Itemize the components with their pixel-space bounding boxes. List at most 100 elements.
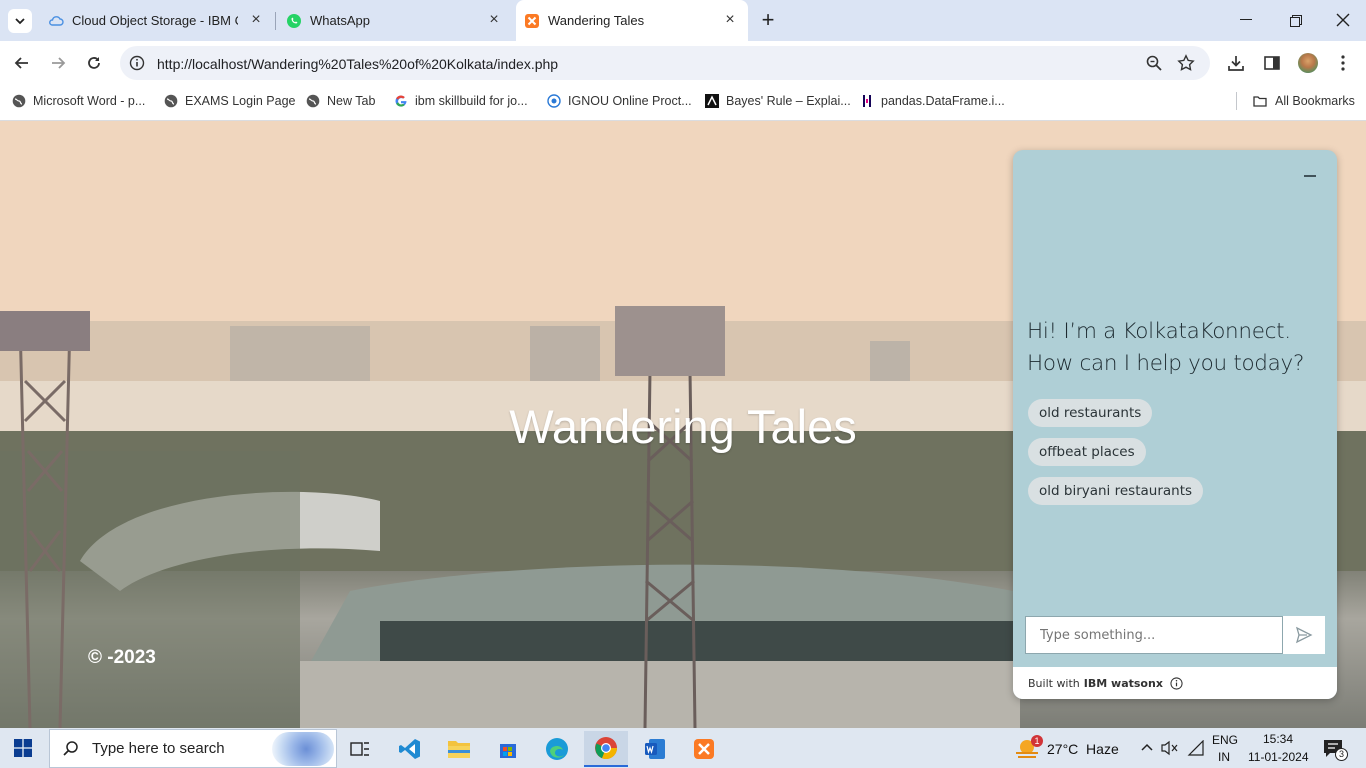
- tab-wandering-tales[interactable]: Wandering Tales ×: [516, 0, 748, 41]
- close-tab-icon[interactable]: ×: [248, 12, 264, 28]
- bookmark-item[interactable]: pandas.DataFrame.i...: [860, 92, 1005, 110]
- word-icon: [645, 739, 665, 759]
- reload-button[interactable]: [84, 53, 104, 73]
- zoom-icon[interactable]: [1145, 54, 1163, 72]
- bookmark-label: ibm skillbuild for jo...: [415, 94, 528, 108]
- notification-center-button[interactable]: 3: [1322, 738, 1348, 761]
- notification-count: 3: [1335, 748, 1348, 761]
- globe-icon: [306, 94, 320, 108]
- bookmark-item[interactable]: EXAMS Login Page: [164, 92, 296, 110]
- bookmark-item[interactable]: Bayes' Rule – Explai...: [705, 92, 851, 110]
- suggestion-chip-offbeat-places[interactable]: offbeat places: [1028, 438, 1146, 466]
- side-panel-icon[interactable]: [1263, 54, 1281, 72]
- volume-muted-icon[interactable]: [1161, 740, 1179, 756]
- search-highlight-illustration: [272, 732, 334, 766]
- vscode-icon: [399, 739, 420, 759]
- tab-separator: [275, 12, 276, 30]
- bookmark-item[interactable]: ibm skillbuild for jo...: [394, 92, 528, 110]
- edge-icon: [546, 738, 568, 760]
- taskbar-file-explorer[interactable]: [437, 731, 481, 767]
- chat-message-input[interactable]: [1025, 616, 1283, 654]
- tab-label: Cloud Object Storage - IBM Clo: [72, 13, 238, 28]
- all-bookmarks-button[interactable]: All Bookmarks: [1252, 92, 1355, 110]
- taskbar-xampp[interactable]: [682, 731, 726, 767]
- cloud-icon: [49, 15, 64, 26]
- url-text[interactable]: http://localhost/Wandering%20Tales%20of%…: [157, 56, 558, 72]
- clock-date[interactable]: 11-01-2024: [1248, 750, 1309, 764]
- forward-arrow-icon: [52, 57, 66, 69]
- chrome-icon: [595, 737, 618, 760]
- downloads-icon[interactable]: [1227, 54, 1245, 72]
- tab-label: Wandering Tales: [548, 13, 645, 28]
- tab-whatsapp[interactable]: WhatsApp ×: [286, 0, 512, 41]
- bookmark-star-icon[interactable]: [1177, 54, 1195, 72]
- taskbar-search-box[interactable]: Type here to search: [49, 729, 337, 768]
- new-tab-button[interactable]: +: [758, 8, 778, 32]
- minimize-window-icon[interactable]: [1240, 19, 1252, 20]
- taskbar-chrome[interactable]: [584, 731, 628, 767]
- network-icon[interactable]: [1187, 739, 1205, 756]
- chat-greeting: Hi! I’m a KolkataKonnect. How can I help…: [1027, 319, 1305, 376]
- restore-window-icon[interactable]: [1290, 14, 1302, 27]
- tab-search-button[interactable]: [8, 9, 32, 33]
- all-bookmarks-label: All Bookmarks: [1275, 94, 1355, 108]
- language-indicator-top[interactable]: ENG: [1212, 733, 1238, 747]
- send-icon: [1295, 626, 1313, 644]
- pandas-icon: [863, 95, 871, 107]
- close-window-icon[interactable]: [1336, 13, 1350, 27]
- bookmark-item[interactable]: IGNOU Online Proct...: [547, 92, 692, 110]
- close-tab-icon[interactable]: ×: [722, 12, 738, 28]
- task-view-button[interactable]: [338, 731, 382, 767]
- chat-powered-by: Built with IBM watsonx: [1013, 667, 1337, 699]
- folder-icon: [448, 741, 470, 758]
- weather-widget[interactable]: 1 27°C Haze: [1014, 735, 1124, 763]
- site-info-icon[interactable]: [129, 55, 145, 71]
- tab-cloud-object-storage[interactable]: Cloud Object Storage - IBM Clo ×: [48, 0, 274, 41]
- language-indicator-bottom[interactable]: IN: [1218, 750, 1230, 764]
- task-view-icon: [350, 742, 369, 756]
- taskbar-microsoft-store[interactable]: [486, 731, 530, 767]
- store-icon: [500, 744, 516, 758]
- globe-icon: [164, 94, 178, 108]
- bookmark-label: EXAMS Login Page: [185, 94, 296, 108]
- taskbar-word[interactable]: [633, 731, 677, 767]
- powered-by-prefix: Built with: [1028, 676, 1080, 690]
- close-tab-icon[interactable]: ×: [486, 12, 502, 28]
- globe-icon: [12, 94, 26, 108]
- bayes-icon: [705, 94, 719, 108]
- bookmark-item[interactable]: Microsoft Word - p...: [12, 92, 145, 110]
- bookmark-label: Bayes' Rule – Explai...: [726, 94, 851, 108]
- chevron-up-icon: [1141, 743, 1153, 751]
- search-icon: [63, 740, 78, 756]
- weather-alert-badge: 1: [1031, 735, 1043, 747]
- taskbar-vscode[interactable]: [388, 731, 432, 767]
- google-icon: [395, 95, 407, 107]
- bookmark-item[interactable]: New Tab: [306, 92, 375, 110]
- reload-icon: [88, 57, 100, 69]
- browser-menu-icon[interactable]: [1338, 54, 1348, 72]
- show-hidden-icons[interactable]: [1140, 741, 1154, 755]
- send-message-button[interactable]: [1283, 616, 1325, 654]
- minimize-chat-button[interactable]: [1301, 167, 1319, 185]
- back-button[interactable]: [12, 53, 32, 73]
- bookmark-label: pandas.DataFrame.i...: [881, 94, 1005, 108]
- ignou-icon: [547, 94, 561, 108]
- clock-time[interactable]: 15:34: [1263, 732, 1293, 746]
- whatsapp-icon: [287, 13, 301, 28]
- suggestion-chip-old-restaurants[interactable]: old restaurants: [1028, 399, 1153, 427]
- search-placeholder: Type here to search: [92, 740, 225, 757]
- chat-widget: Hi! I’m a KolkataKonnect. How can I help…: [1013, 150, 1337, 699]
- windows-logo-icon: [14, 739, 32, 757]
- forward-button[interactable]: [48, 53, 68, 73]
- taskbar-edge[interactable]: [535, 731, 579, 767]
- copyright-footer: © -2023: [88, 647, 156, 668]
- powered-by-brand: IBM watsonx: [1083, 676, 1163, 690]
- profile-avatar[interactable]: [1298, 53, 1318, 73]
- xampp-icon: [525, 13, 539, 28]
- start-button[interactable]: [14, 739, 32, 757]
- info-icon[interactable]: [1170, 676, 1183, 690]
- chevron-down-icon: [15, 18, 25, 25]
- weather-text: 27°C Haze: [1047, 741, 1119, 757]
- suggestion-chip-old-biryani-restaurants[interactable]: old biryani restaurants: [1028, 477, 1204, 505]
- bookmark-label: IGNOU Online Proct...: [568, 94, 692, 108]
